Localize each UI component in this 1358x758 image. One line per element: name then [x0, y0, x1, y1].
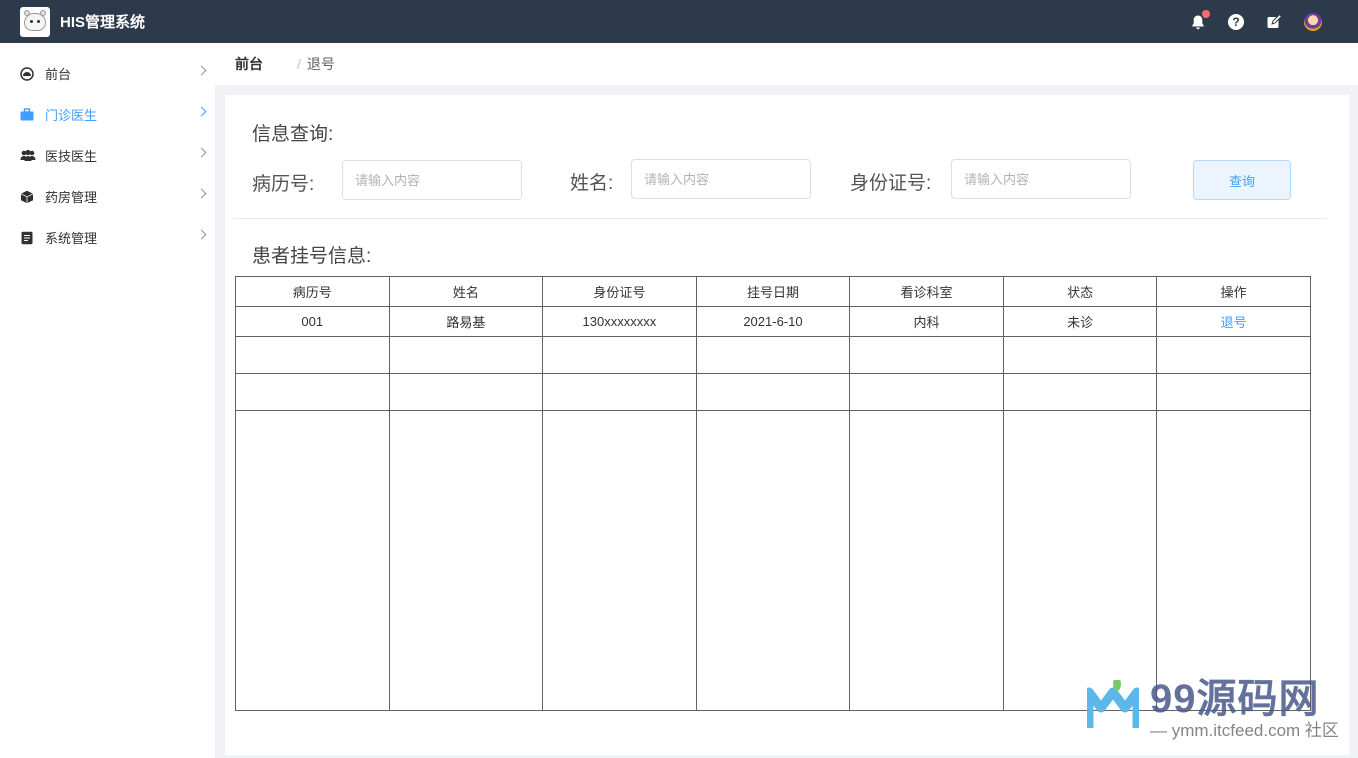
chevron-right-icon [196, 65, 207, 76]
help-icon[interactable]: ? [1228, 13, 1244, 30]
bell-icon[interactable] [1190, 9, 1210, 30]
registration-table: 病历号 姓名 身份证号 挂号日期 看诊科室 状态 操作 001 路易基 130x… [235, 276, 1311, 711]
table-row [235, 410, 1311, 711]
record-number-input[interactable] [342, 160, 522, 200]
cell-department: 内科 [849, 306, 1004, 337]
table-row [235, 373, 1311, 411]
breadcrumb: 前台 / 退号 [215, 43, 1358, 85]
chevron-right-icon [196, 106, 207, 117]
column-header: 看诊科室 [849, 276, 1004, 307]
chevron-right-icon [196, 147, 207, 158]
divider [233, 218, 1327, 219]
cell-status: 未诊 [1002, 306, 1158, 337]
search-section-title: 信息查询: [252, 124, 334, 145]
app-title: HIS管理系统 [60, 14, 146, 31]
sidebar-item-tech-doctor[interactable]: 医技医生 [0, 135, 215, 176]
breadcrumb-separator: / [297, 56, 301, 72]
sidebar-item-outpatient-doctor[interactable]: 门诊医生 [0, 94, 215, 135]
sidebar-item-label: 医技医生 [45, 149, 98, 164]
chevron-right-icon [196, 188, 207, 199]
cell-name: 路易基 [388, 306, 544, 337]
sidebar-item-label: 前台 [45, 67, 72, 82]
id-card-input[interactable] [951, 159, 1131, 199]
top-bar: HIS管理系统 ? [0, 0, 1358, 43]
users-icon [20, 149, 36, 163]
sidebar-item-label: 门诊医生 [45, 108, 98, 123]
sidebar-item-pharmacy[interactable]: 药房管理 [0, 176, 215, 217]
dashboard-icon [20, 66, 34, 81]
avatar[interactable] [1304, 12, 1322, 31]
app-logo[interactable] [20, 6, 50, 37]
cancel-registration-link[interactable]: 退号 [1221, 315, 1247, 330]
chevron-right-icon [196, 229, 207, 240]
cell-action: 退号 [1156, 306, 1311, 337]
cell-date: 2021-6-10 [695, 306, 851, 337]
registration-section-title: 患者挂号信息: [252, 246, 372, 267]
table-row [235, 336, 1311, 374]
cell-id-card: 130xxxxxxxx [542, 306, 697, 337]
box-icon [20, 190, 34, 204]
name-label: 姓名: [570, 173, 614, 194]
query-button[interactable]: 查询 [1193, 160, 1291, 200]
sidebar-item-frontdesk[interactable]: 前台 [0, 53, 215, 94]
column-header: 姓名 [388, 276, 544, 307]
sidebar: 前台 门诊医生 医技医生 药房管理 系统管理 [0, 43, 215, 758]
document-icon [20, 231, 34, 245]
breadcrumb-home[interactable]: 前台 [235, 54, 263, 74]
cell-record-number: 001 [235, 306, 390, 337]
column-header: 状态 [1002, 276, 1158, 307]
table-row: 001 路易基 130xxxxxxxx 2021-6-10 内科 未诊 退号 [235, 306, 1311, 337]
id-card-label: 身份证号: [850, 173, 932, 194]
sidebar-item-label: 药房管理 [45, 190, 98, 205]
sidebar-item-label: 系统管理 [45, 231, 98, 246]
main-card: 信息查询: 病历号: 姓名: 身份证号: 查询 患者挂号信息: 病历号 姓名 身… [225, 95, 1349, 755]
notification-dot [1202, 9, 1210, 18]
column-header: 病历号 [235, 276, 390, 307]
edit-icon[interactable] [1266, 13, 1283, 30]
column-header: 操作 [1156, 276, 1311, 307]
top-icons: ? [1190, 0, 1322, 43]
column-header: 身份证号 [542, 276, 697, 307]
name-input[interactable] [631, 159, 811, 199]
column-header: 挂号日期 [695, 276, 851, 307]
breadcrumb-current: 退号 [306, 56, 335, 72]
table-header-row: 病历号 姓名 身份证号 挂号日期 看诊科室 状态 操作 [235, 276, 1311, 307]
sidebar-item-system[interactable]: 系统管理 [0, 217, 215, 258]
record-number-label: 病历号: [252, 174, 315, 195]
briefcase-icon [20, 107, 34, 122]
